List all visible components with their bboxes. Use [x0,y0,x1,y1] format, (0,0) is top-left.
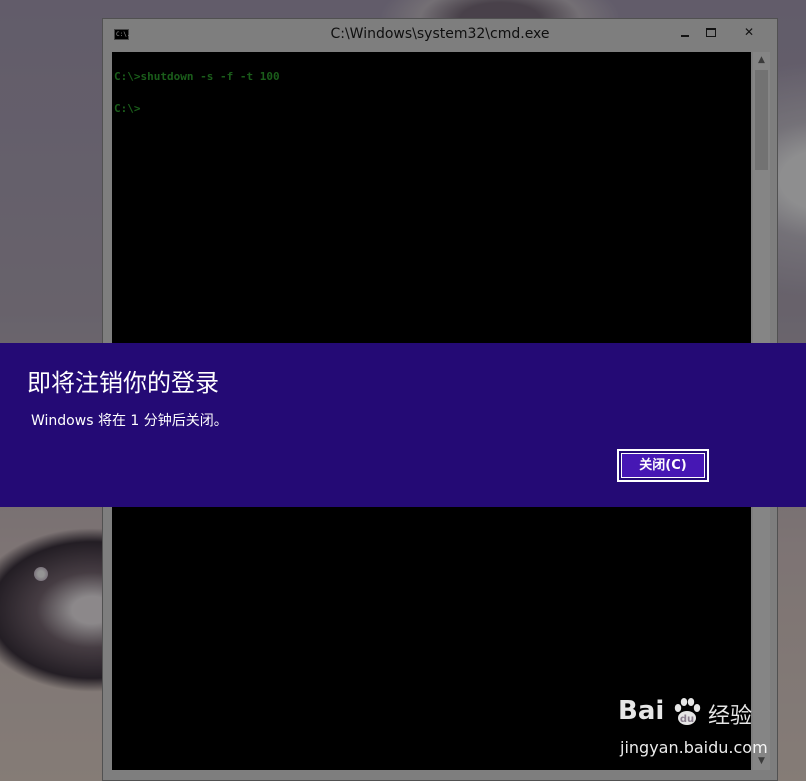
logoff-notification: 即将注销你的登录 Windows 将在 1 分钟后关闭。 关闭(C) [0,343,806,507]
watermark-suffix: 经验 [708,704,753,729]
notification-title: 即将注销你的登录 [27,369,219,397]
close-button[interactable]: 关闭(C) [617,449,709,482]
close-button-label[interactable]: 关闭(C) [621,453,705,478]
baidu-paw-icon: du [674,698,701,725]
notification-message: Windows 将在 1 分钟后关闭。 [31,413,228,429]
watermark-url: jingyan.baidu.com [620,738,768,757]
svg-text:du: du [680,714,694,725]
watermark-logo: Bai [618,696,665,726]
baidu-jingyan-watermark: Bai du 经验 jingyan.baidu.com [618,696,788,768]
